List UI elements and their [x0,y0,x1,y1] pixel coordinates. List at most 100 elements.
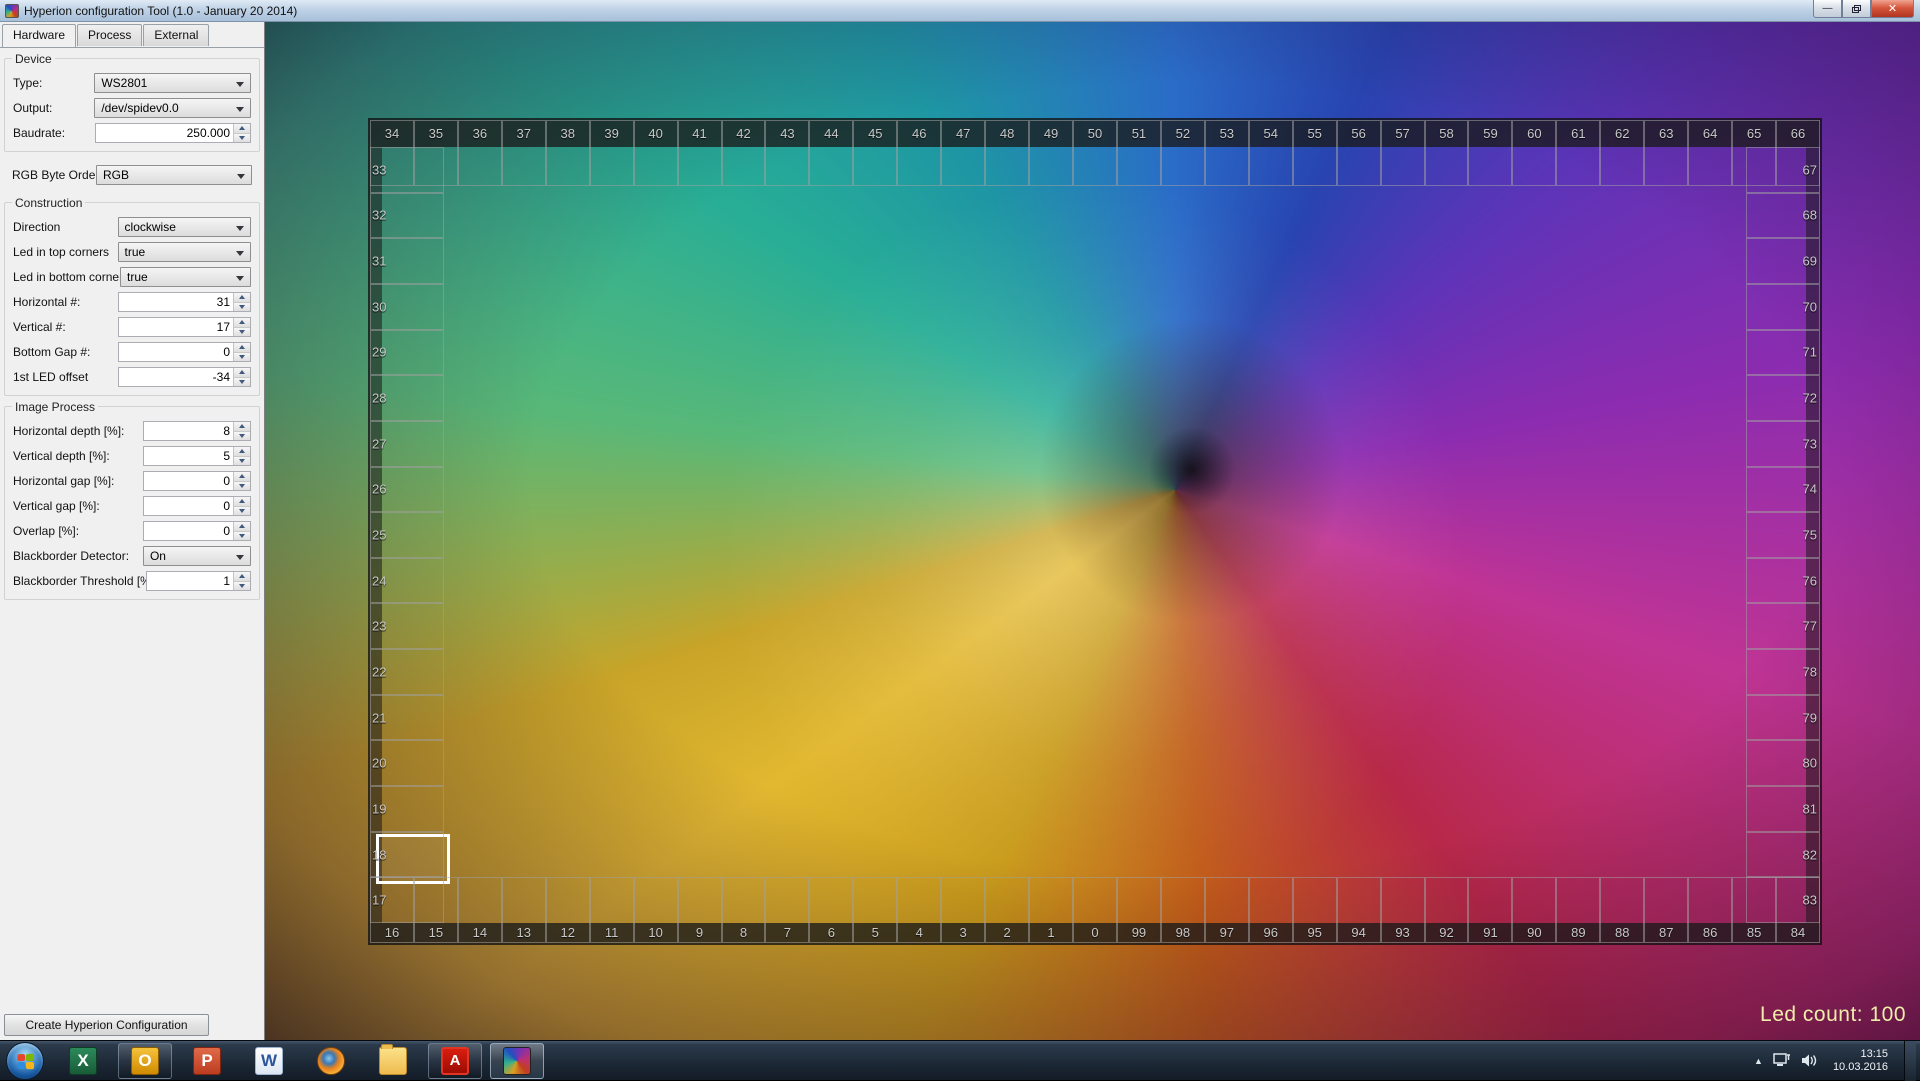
spinbox-value[interactable]: 0 [119,343,233,361]
taskbar-item-excel[interactable]: X [56,1043,110,1079]
tab-process[interactable]: Process [77,24,142,46]
spin-down-button[interactable] [234,352,250,362]
start-button[interactable] [6,1042,44,1080]
led-cell-32: 32 [370,193,444,239]
led-in-bottom-corners-dropdown[interactable]: true [120,267,251,287]
spin-up-button[interactable] [234,318,250,327]
horizontal-depth-spinbox[interactable]: 8 [143,421,251,441]
taskbar-item-explorer[interactable] [366,1043,420,1079]
firefox-icon [317,1047,345,1075]
led-number: 79 [1803,710,1817,725]
horizontal-gap-spinbox[interactable]: 0 [143,471,251,491]
spin-down-button[interactable] [234,531,250,541]
led-number: 39 [591,126,633,141]
led-cell-8: 8 [722,877,766,943]
taskbar-item-hyperion[interactable] [490,1043,544,1079]
led-number: 52 [1162,126,1204,141]
spin-down-button[interactable] [234,133,250,143]
field-label: Type: [13,76,94,90]
spin-down-button[interactable] [234,481,250,491]
spin-up-button[interactable] [234,293,250,302]
spinbox-value[interactable]: 1 [147,572,233,590]
spin-down-button[interactable] [234,377,250,387]
led-cell-21: 21 [370,695,444,741]
taskbar-item-acrobat[interactable]: A [428,1043,482,1079]
led-number: 97 [1206,925,1248,940]
led-number: 19 [372,801,386,816]
show-desktop-button[interactable] [1904,1041,1916,1081]
bottom-gap-spinbox[interactable]: 0 [118,342,251,362]
blackborder-threshold-spinbox[interactable]: 1 [146,571,251,591]
vertical-gap-spinbox[interactable]: 0 [143,496,251,516]
led-number: 78 [1803,664,1817,679]
led-cell-50: 50 [1073,120,1117,186]
spin-up-button[interactable] [234,343,250,352]
taskbar-item-word[interactable]: W [242,1043,296,1079]
led-number: 38 [547,126,589,141]
spin-down-button[interactable] [234,506,250,516]
output-dropdown[interactable]: /dev/spidev0.0 [94,98,251,118]
type-dropdown[interactable]: WS2801 [94,73,251,93]
led-cell-67: 67 [1746,147,1820,193]
spin-down-button[interactable] [234,456,250,466]
taskbar-item-powerpoint[interactable]: P [180,1043,234,1079]
baudrate-spinbox[interactable]: 250.000 [95,123,251,143]
field-label: Blackborder Threshold [%]: [13,574,146,588]
vertical-spinbox[interactable]: 17 [118,317,251,337]
spinbox-value[interactable]: 31 [119,293,233,311]
group-title: Device [12,52,55,66]
spin-down-button[interactable] [234,327,250,337]
spinbox-value[interactable]: 0 [144,472,233,490]
spin-down-button[interactable] [234,431,250,441]
led-number: 65 [1733,126,1775,141]
clock[interactable]: 13:15 10.03.2016 [1833,1048,1888,1074]
led-cell-94: 94 [1337,877,1381,943]
spin-up-button[interactable] [234,368,250,377]
minimize-button[interactable]: — [1813,0,1842,18]
dropdown-value: WS2801 [101,76,147,90]
1st-led-offset-spinbox[interactable]: -34 [118,367,251,387]
spin-up-button[interactable] [234,422,250,431]
taskbar-item-outlook[interactable]: O [118,1043,172,1079]
spinbox-value[interactable]: 0 [144,522,233,540]
restore-button[interactable] [1842,0,1871,18]
spin-up-button[interactable] [234,522,250,531]
close-button[interactable]: ✕ [1871,0,1914,18]
led-in-top-corners-dropdown[interactable]: true [118,242,251,262]
spinbox-value[interactable]: 0 [144,497,233,515]
spinbox-value[interactable]: 5 [144,447,233,465]
spin-down-button[interactable] [234,581,250,591]
spinbox-value[interactable]: 250.000 [96,124,233,142]
led-cell-22: 22 [370,649,444,695]
direction-dropdown[interactable]: clockwise [118,217,251,237]
spin-up-button[interactable] [234,572,250,581]
create-configuration-button[interactable]: Create Hyperion Configuration [4,1014,209,1036]
spin-up-button[interactable] [234,447,250,456]
led-cell-98: 98 [1161,877,1205,943]
spin-down-button[interactable] [234,302,250,312]
volume-icon[interactable] [1801,1053,1819,1068]
led-number: 93 [1382,925,1424,940]
tab-external[interactable]: External [143,24,209,46]
spin-up-button[interactable] [234,124,250,133]
led-cell-43: 43 [765,120,809,186]
network-icon[interactable] [1773,1053,1791,1068]
spinbox-value[interactable]: 17 [119,318,233,336]
spin-up-button[interactable] [234,472,250,481]
tab-hardware[interactable]: Hardware [2,24,76,47]
led-number: 4 [898,925,940,940]
led-cell-49: 49 [1029,120,1073,186]
vertical-depth-spinbox[interactable]: 5 [143,446,251,466]
led-number: 8 [723,925,765,940]
spin-up-button[interactable] [234,497,250,506]
rgb-byte-order-dropdown[interactable]: RGB [96,165,252,185]
horizontal-spinbox[interactable]: 31 [118,292,251,312]
led-number: 63 [1645,126,1687,141]
spinbox-value[interactable]: -34 [119,368,233,386]
blackborder-detector-dropdown[interactable]: On [143,546,251,566]
overlap-spinbox[interactable]: 0 [143,521,251,541]
taskbar-item-firefox[interactable] [304,1043,358,1079]
spinbox-value[interactable]: 8 [144,422,233,440]
tray-expand-icon[interactable]: ▲ [1754,1056,1763,1066]
led-number: 99 [1118,925,1160,940]
